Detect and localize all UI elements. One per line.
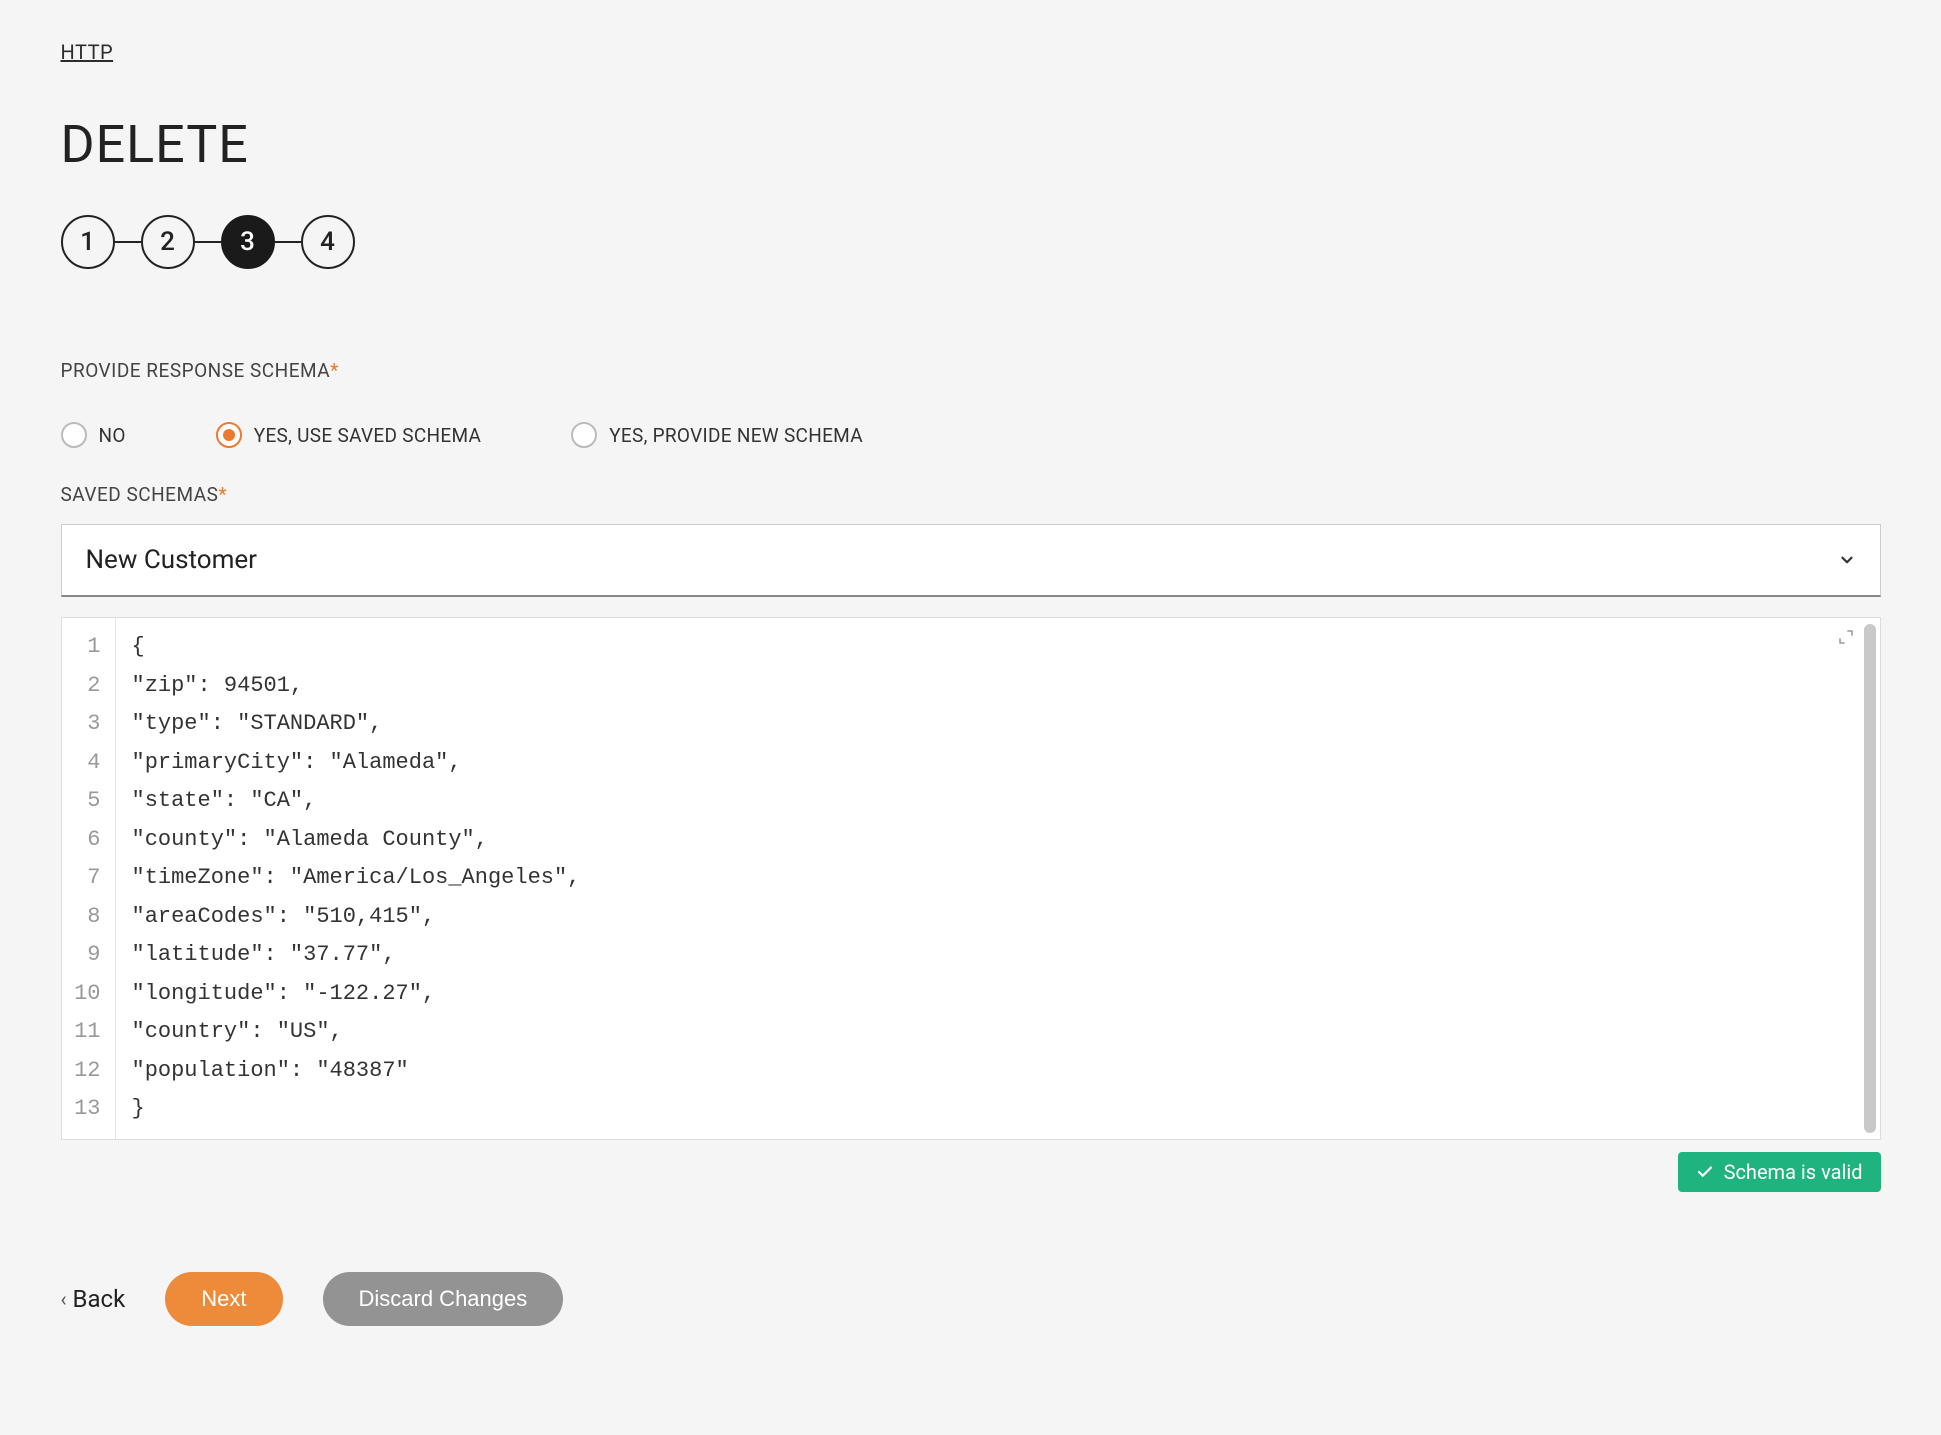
back-label: Back: [73, 1285, 126, 1313]
step-1[interactable]: 1: [61, 215, 115, 269]
response-schema-label: PROVIDE RESPONSE SCHEMA*: [61, 359, 1881, 382]
line-number: 3: [74, 705, 109, 744]
check-icon: [1696, 1163, 1714, 1181]
response-schema-label-text: PROVIDE RESPONSE SCHEMA: [61, 359, 331, 382]
line-number: 13: [74, 1090, 109, 1129]
back-button[interactable]: ‹ Back: [61, 1285, 126, 1313]
line-number: 9: [74, 936, 109, 975]
saved-schemas-label: SAVED SCHEMAS*: [61, 483, 1881, 506]
radio-icon: [216, 422, 242, 448]
line-number: 10: [74, 975, 109, 1014]
page-container: HTTP DELETE 1 2 3 4 PROVIDE RESPONSE SCH…: [61, 40, 1881, 1326]
page-title: DELETE: [61, 114, 1881, 175]
saved-schema-value: New Customer: [86, 545, 257, 575]
editor-gutter: 12345678910111213: [62, 618, 116, 1139]
line-number: 4: [74, 744, 109, 783]
stepper: 1 2 3 4: [61, 215, 1881, 269]
next-button[interactable]: Next: [165, 1272, 282, 1326]
radio-label-use-saved: YES, USE SAVED SCHEMA: [254, 424, 481, 447]
line-number: 12: [74, 1052, 109, 1091]
radio-option-provide-new[interactable]: YES, PROVIDE NEW SCHEMA: [571, 422, 863, 448]
action-row: ‹ Back Next Discard Changes: [61, 1272, 1881, 1326]
editor-body[interactable]: { "zip": 94501, "type": "STANDARD", "pri…: [116, 618, 1880, 1139]
expand-icon[interactable]: [1838, 626, 1854, 658]
step-separator: [195, 241, 221, 243]
chevron-left-icon: ‹: [61, 1287, 67, 1311]
step-2[interactable]: 2: [141, 215, 195, 269]
line-number: 5: [74, 782, 109, 821]
breadcrumb-link[interactable]: HTTP: [61, 40, 114, 64]
line-number: 2: [74, 667, 109, 706]
saved-schema-select[interactable]: New Customer: [61, 524, 1881, 597]
schema-valid-badge: Schema is valid: [1678, 1152, 1881, 1192]
schema-valid-text: Schema is valid: [1724, 1160, 1863, 1184]
required-asterisk: *: [330, 359, 339, 382]
radio-option-no[interactable]: NO: [61, 422, 126, 448]
radio-label-no: NO: [99, 424, 126, 447]
discard-changes-button[interactable]: Discard Changes: [323, 1272, 564, 1326]
step-separator: [115, 241, 141, 243]
line-number: 11: [74, 1013, 109, 1052]
saved-schemas-label-text: SAVED SCHEMAS: [61, 483, 219, 506]
validation-row: Schema is valid: [61, 1152, 1881, 1192]
editor-scrollbar[interactable]: [1864, 624, 1876, 1133]
radio-option-use-saved[interactable]: YES, USE SAVED SCHEMA: [216, 422, 481, 448]
step-separator: [275, 241, 301, 243]
radio-dot-icon: [223, 429, 235, 441]
radio-icon: [571, 422, 597, 448]
schema-radio-group: NO YES, USE SAVED SCHEMA YES, PROVIDE NE…: [61, 422, 1881, 448]
step-3[interactable]: 3: [221, 215, 275, 269]
required-asterisk: *: [218, 483, 227, 506]
radio-icon: [61, 422, 87, 448]
radio-label-provide-new: YES, PROVIDE NEW SCHEMA: [609, 424, 863, 447]
schema-editor[interactable]: 12345678910111213 { "zip": 94501, "type"…: [61, 617, 1881, 1140]
line-number: 7: [74, 859, 109, 898]
line-number: 6: [74, 821, 109, 860]
step-4[interactable]: 4: [301, 215, 355, 269]
chevron-down-icon: [1838, 551, 1856, 569]
line-number: 8: [74, 898, 109, 937]
line-number: 1: [74, 628, 109, 667]
